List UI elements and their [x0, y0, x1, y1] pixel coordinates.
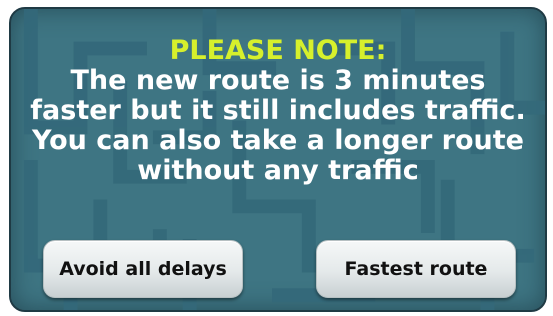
fastest-route-button[interactable]: Fastest route [316, 240, 516, 298]
route-notice-dialog: PLEASE NOTE: The new route is 3 minutes … [9, 7, 547, 312]
notice-line-3: You can also take a longer route [32, 125, 524, 156]
notice-message: PLEASE NOTE: The new route is 3 minutes … [11, 36, 545, 186]
notice-line-4: without any traffic [137, 155, 419, 186]
notice-line-2: faster but it still includes traffic. [30, 95, 526, 126]
notice-headline: PLEASE NOTE: [169, 35, 387, 66]
notice-line-1: The new route is 3 minutes [70, 65, 486, 96]
avoid-all-delays-button[interactable]: Avoid all delays [43, 240, 243, 298]
